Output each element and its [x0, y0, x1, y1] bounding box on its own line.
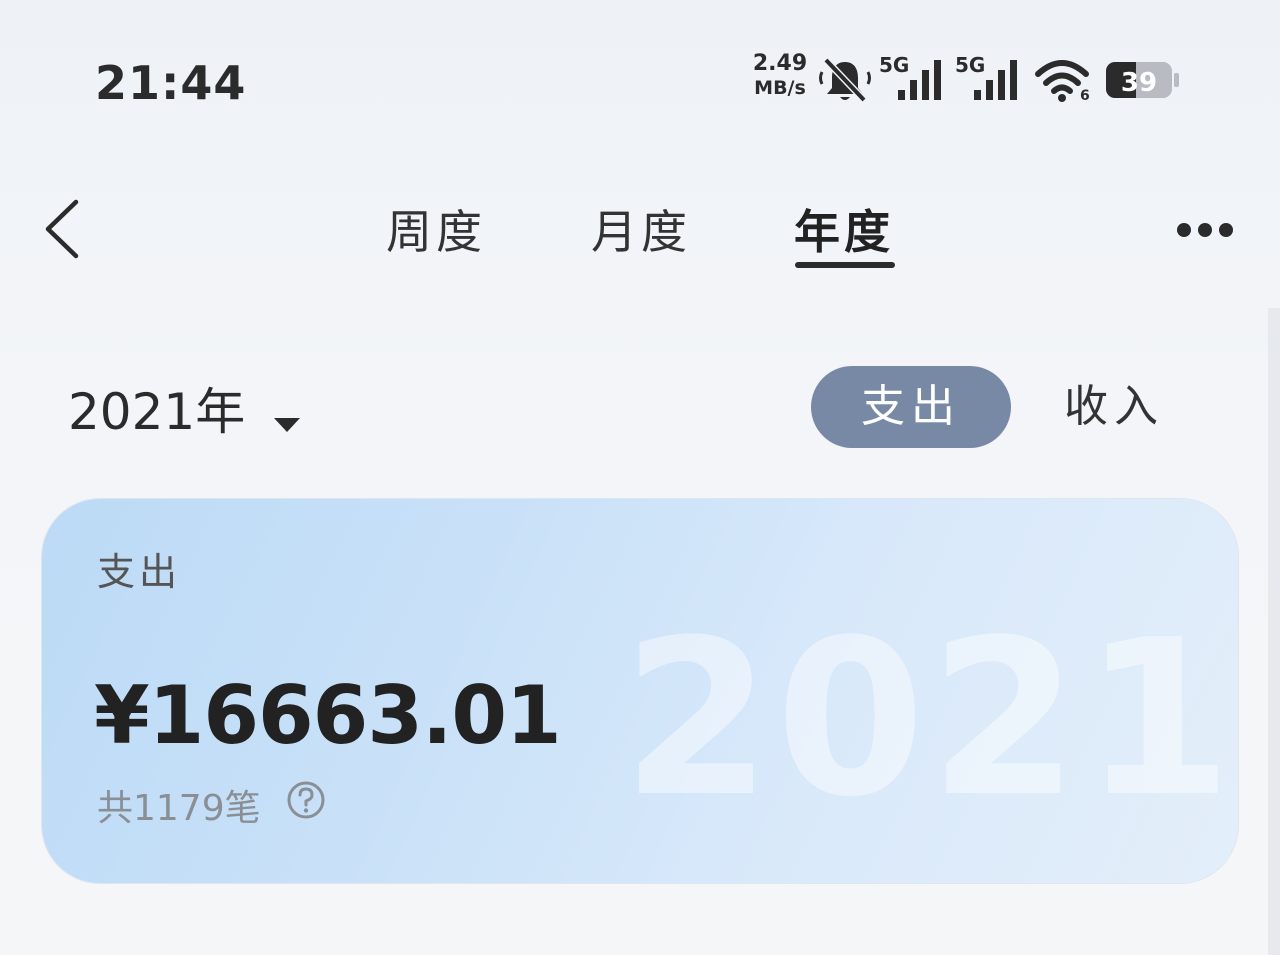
transaction-count: 共1179笔: [97, 788, 261, 829]
battery-level: 39: [1121, 68, 1157, 98]
expense-toggle-button[interactable]: 支出: [811, 366, 1011, 448]
more-dots-icon[interactable]: [1172, 216, 1238, 244]
status-time: 21:44: [95, 56, 247, 110]
signal-icon: 5G: [955, 53, 1017, 100]
year-label: 2021年: [68, 383, 246, 441]
net-speed-unit: MB/s: [754, 77, 806, 99]
scrollbar[interactable]: [1268, 308, 1280, 955]
total-amount: ¥16663.01: [94, 669, 562, 762]
caret-down-icon: [274, 417, 301, 432]
network-speed: 2.49 MB/s: [748, 52, 812, 100]
tab-monthly[interactable]: 月度: [591, 196, 691, 262]
watermark-year: 2021: [622, 593, 1237, 844]
signal-icon: 5G: [879, 53, 941, 100]
summary-card: 2021 支出 ¥16663.01 共1179笔: [42, 499, 1238, 883]
net-speed-value: 2.49: [752, 51, 808, 76]
year-selector[interactable]: 2021年: [68, 372, 302, 442]
signal-2-label: 5G: [955, 53, 985, 77]
wifi-badge: 6: [1080, 88, 1090, 102]
question-circle-icon[interactable]: [286, 780, 326, 820]
signal-1-label: 5G: [879, 53, 909, 77]
tab-weekly[interactable]: 周度: [386, 196, 486, 262]
battery-icon: 39: [1106, 62, 1179, 98]
tab-yearly[interactable]: 年度: [794, 196, 894, 262]
active-tab-indicator: [795, 262, 895, 268]
income-toggle-button[interactable]: 收入: [1064, 366, 1164, 448]
card-title: 支出: [97, 550, 182, 594]
period-tabs: 周度 月度 年度: [0, 196, 1280, 276]
wifi-icon: 6: [1035, 60, 1090, 102]
bell-muted-icon: [819, 57, 871, 103]
